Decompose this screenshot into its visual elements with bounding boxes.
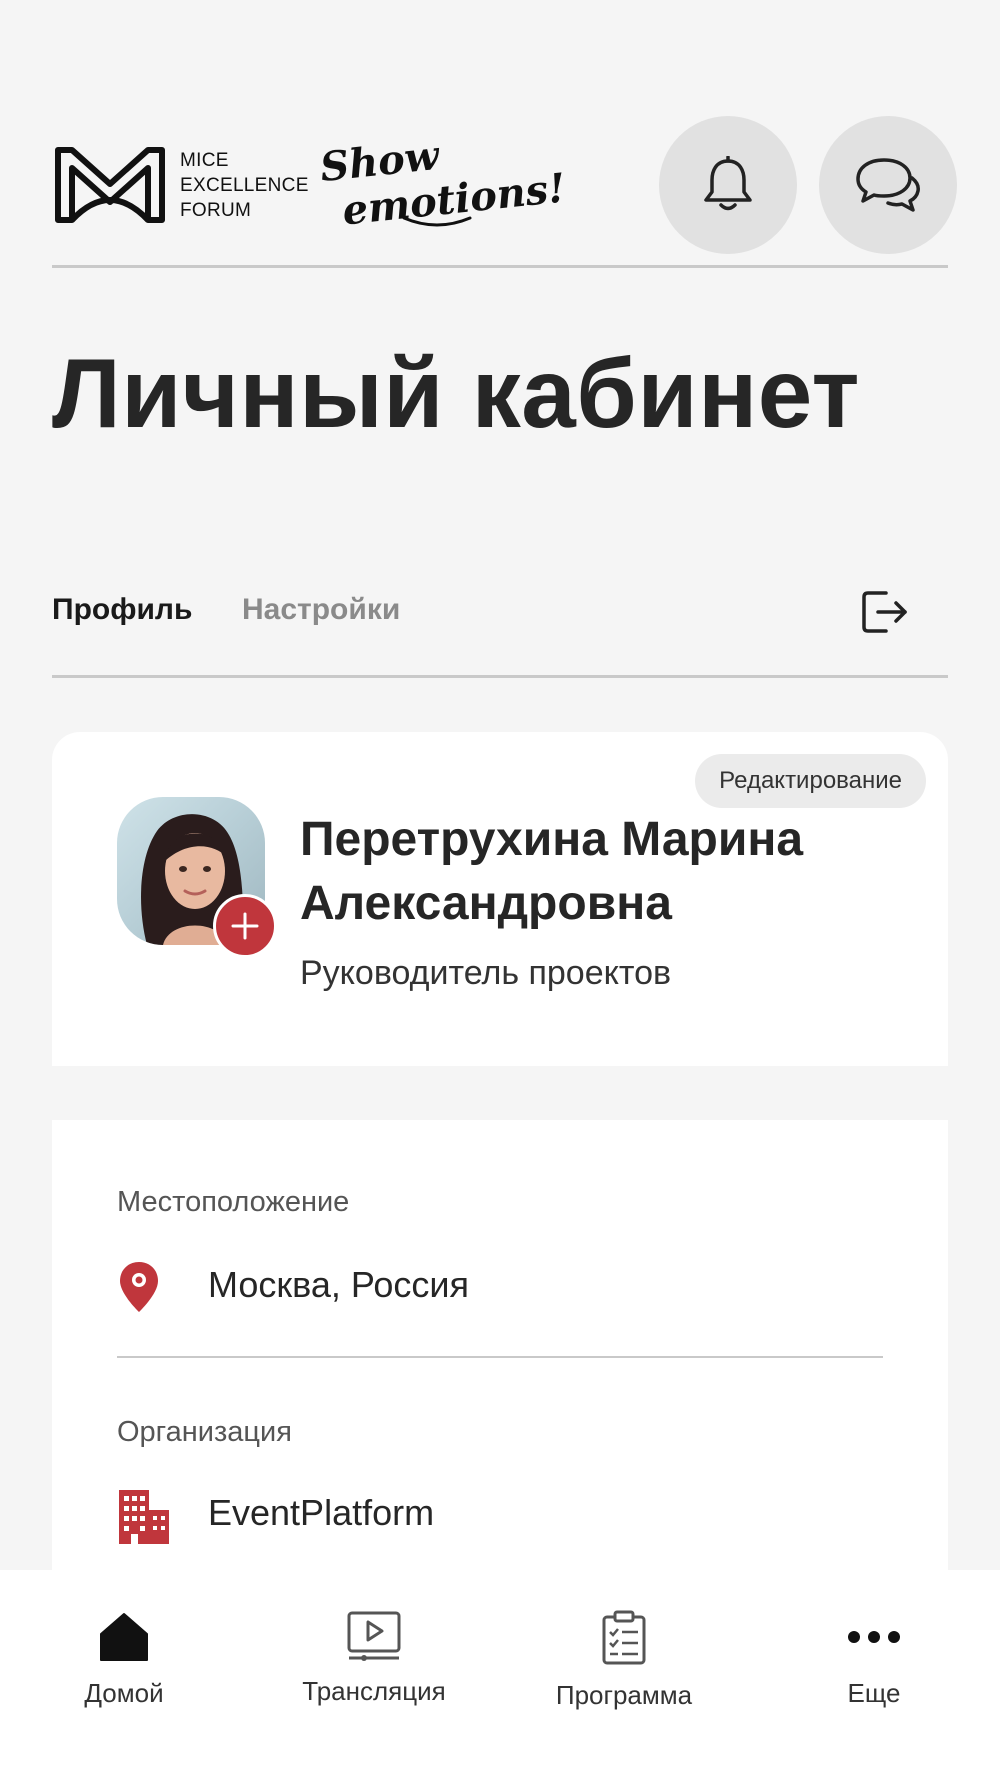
organization-label: Организация	[117, 1416, 292, 1448]
logo-text-line: FORUM	[180, 199, 252, 221]
logout-icon[interactable]	[860, 589, 910, 635]
nav-label: Трансляция	[302, 1676, 446, 1706]
location-value: Москва, Россия	[208, 1264, 469, 1305]
clipboard-icon	[602, 1610, 646, 1665]
building-icon	[119, 1490, 169, 1544]
notifications-button[interactable]	[659, 116, 797, 254]
broadcast-icon	[347, 1611, 401, 1661]
nav-label: Программа	[555, 1680, 693, 1710]
more-dots-icon	[848, 1631, 900, 1643]
logo-text-line: MICE	[180, 149, 229, 171]
add-photo-button[interactable]	[213, 894, 277, 958]
bottom-navigation: Домой Трансляция Программа Еще	[0, 1570, 1000, 1778]
mice-logo-icon	[55, 147, 165, 223]
info-card: Местоположение Москва, Россия Организаци…	[52, 1120, 948, 1580]
location-label: Местоположение	[117, 1186, 350, 1218]
user-full-name: Перетрухина Марина Александровна	[300, 813, 804, 930]
divider	[117, 1356, 883, 1358]
profile-card: Редактирование Перетрухина Марина Алекса…	[52, 732, 948, 1066]
smile-swash-icon	[402, 216, 472, 227]
user-role: Руководитель проектов	[300, 954, 672, 992]
edit-profile-button[interactable]: Редактирование	[695, 754, 926, 808]
nav-label: Еще	[847, 1678, 901, 1708]
nav-item-home[interactable]: Домой	[24, 1610, 224, 1709]
tab-profile[interactable]: Профиль	[52, 593, 192, 627]
chat-bubbles-icon	[856, 158, 920, 212]
home-icon	[100, 1613, 148, 1661]
profile-screen: MICE EXCELLENCE FORUM Show emotions! Лич…	[0, 0, 1000, 1778]
map-pin-icon	[120, 1262, 158, 1312]
page-title: Личный кабинет	[52, 338, 860, 448]
bell-icon	[704, 156, 752, 211]
organization-value: EventPlatform	[208, 1492, 435, 1533]
nav-item-more[interactable]: Еще	[774, 1610, 974, 1709]
nav-item-broadcast[interactable]: Трансляция	[274, 1610, 474, 1707]
nav-item-program[interactable]: Программа	[524, 1610, 724, 1711]
profile-tabs: Профиль Настройки	[52, 575, 948, 678]
tab-settings[interactable]: Настройки	[242, 593, 400, 627]
forum-logo[interactable]: MICE EXCELLENCE FORUM	[52, 140, 309, 230]
logo-text-line: EXCELLENCE	[180, 174, 309, 196]
tagline-logo: Show emotions!	[316, 132, 568, 235]
app-header: MICE EXCELLENCE FORUM Show emotions!	[52, 110, 957, 268]
plus-icon	[231, 912, 259, 940]
nav-label: Домой	[84, 1678, 164, 1708]
chat-button[interactable]	[819, 116, 957, 254]
logo-text: MICE EXCELLENCE FORUM	[180, 148, 309, 223]
